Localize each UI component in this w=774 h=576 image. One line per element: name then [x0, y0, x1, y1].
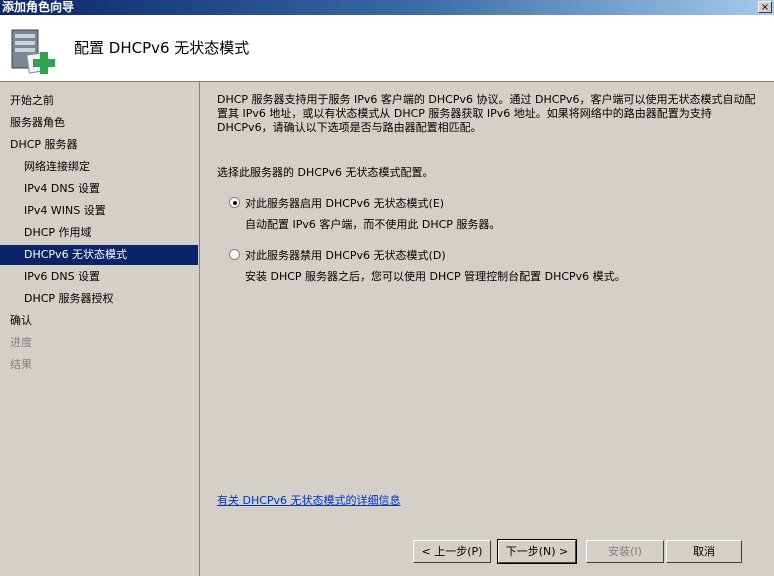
wizard-header: 配置 DHCPv6 无状态模式 [0, 15, 774, 82]
back-button[interactable]: < 上一步(P) [413, 540, 491, 563]
window-title: 添加角色向导 [2, 0, 75, 14]
step-ipv4-dns[interactable]: IPv4 DNS 设置 [0, 179, 198, 199]
prompt-text: 选择此服务器的 DHCPv6 无状态模式配置。 [217, 166, 434, 179]
step-ipv6-dns[interactable]: IPv6 DNS 设置 [0, 267, 198, 287]
description-text: DHCP 服务器支持用于服务 IPv6 客户端的 DHCPv6 协议。通过 DH… [217, 93, 756, 134]
install-button: 安装(I) [586, 540, 664, 563]
step-results: 结果 [10, 358, 32, 371]
title-bar[interactable]: 添加角色向导 × [0, 0, 774, 15]
wizard-content: DHCP 服务器支持用于服务 IPv6 客户端的 DHCPv6 协议。通过 DH… [201, 82, 774, 576]
step-dhcp-server[interactable]: DHCP 服务器 [0, 135, 198, 155]
page-title: 配置 DHCPv6 无状态模式 [74, 39, 250, 57]
server-role-add-icon [11, 29, 55, 74]
step-confirmation[interactable]: 确认 [0, 311, 198, 331]
step-server-roles[interactable]: 服务器角色 [0, 113, 198, 133]
enable-stateless-description: 自动配置 IPv6 客户端，而不使用此 DHCP 服务器。 [245, 218, 501, 231]
disable-stateless-label[interactable]: 对此服务器禁用 DHCPv6 无状态模式(D) [245, 247, 446, 263]
disable-stateless-description: 安装 DHCP 服务器之后，您可以使用 DHCP 管理控制台配置 DHCPv6 … [245, 270, 626, 283]
next-button[interactable]: 下一步(N) > [497, 539, 577, 564]
step-dhcp-authorization[interactable]: DHCP 服务器授权 [0, 289, 198, 309]
radio-selected-dot [233, 201, 237, 205]
close-button[interactable]: × [758, 1, 772, 13]
enable-stateless-radio[interactable] [229, 197, 240, 208]
cancel-button[interactable]: 取消 [666, 540, 742, 563]
enable-stateless-label[interactable]: 对此服务器启用 DHCPv6 无状态模式(E) [245, 195, 444, 211]
step-ipv4-wins[interactable]: IPv4 WINS 设置 [0, 201, 198, 221]
step-dhcp-scopes[interactable]: DHCP 作用域 [0, 223, 198, 243]
more-info-link[interactable]: 有关 DHCPv6 无状态模式的详细信息 [217, 492, 401, 508]
step-dhcpv6-stateless[interactable]: DHCPv6 无状态模式 [0, 245, 198, 265]
step-network-bindings[interactable]: 网络连接绑定 [0, 157, 198, 177]
step-before-you-begin[interactable]: 开始之前 [0, 91, 198, 111]
step-progress: 进度 [10, 336, 32, 349]
disable-stateless-radio[interactable] [229, 249, 240, 260]
wizard-steps-sidebar: 开始之前 服务器角色 DHCP 服务器 网络连接绑定 IPv4 DNS 设置 I… [0, 82, 200, 576]
